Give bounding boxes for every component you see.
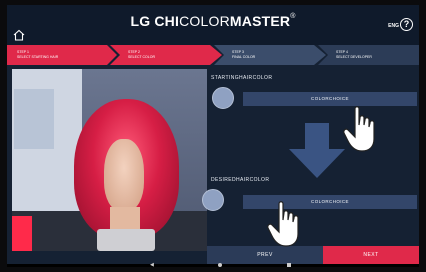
starting-color-choice-button[interactable]: COLORCHOICE	[243, 92, 417, 106]
step-subtitle: SELECT COLOR	[128, 54, 155, 59]
next-button[interactable]: NEXT	[323, 246, 419, 264]
step-subtitle: FINAL COLOR	[232, 54, 256, 59]
desired-hair-color-label: DESIREDHAIRCOLOR	[211, 177, 270, 183]
step-1[interactable]: STEP 1 SELECT STARTING HAIR	[7, 45, 117, 65]
app-header: LG CHICOLORMASTER® ENG ?	[7, 5, 419, 45]
help-icon[interactable]: ?	[400, 18, 413, 31]
down-arrow-icon	[289, 123, 345, 178]
logo-lg: LG	[130, 13, 151, 29]
mannequin-stand	[97, 229, 155, 251]
app-logo: LG CHICOLORMASTER®	[7, 13, 419, 29]
nav-recent-icon[interactable]	[287, 263, 291, 267]
prev-button[interactable]: PREV	[207, 246, 323, 264]
logo-color: COLOR	[179, 13, 230, 29]
starting-color-swatch[interactable]	[212, 87, 234, 109]
mannequin-photo	[12, 69, 207, 251]
step-3[interactable]: STEP 3 FINAL COLOR	[214, 45, 326, 65]
step-subtitle: SELECT DEVELOPER	[336, 54, 372, 59]
language-selector[interactable]: ENG	[388, 23, 399, 29]
desired-color-swatch[interactable]	[202, 189, 224, 211]
step-2[interactable]: STEP 2 SELECT COLOR	[110, 45, 222, 65]
android-nav-bar	[7, 264, 419, 267]
logo-master: MASTER	[229, 13, 291, 29]
step-progress: STEP 1 SELECT STARTING HAIR STEP 2 SELEC…	[7, 45, 419, 65]
logo-chi: CHI	[150, 13, 180, 29]
logo-reg: ®	[290, 13, 296, 20]
step-4[interactable]: STEP 4 SELECT DEVELOPER	[318, 45, 419, 65]
pointing-hand-icon	[343, 106, 375, 152]
nav-home-icon[interactable]	[218, 263, 222, 267]
step-subtitle: SELECT STARTING HAIR	[17, 54, 59, 59]
mannequin-face	[104, 139, 144, 211]
nav-back-icon[interactable]: ◀	[150, 262, 154, 268]
starting-hair-color-label: STARTINGHAIRCOLOR	[211, 75, 273, 81]
home-icon[interactable]	[13, 29, 25, 41]
pointing-hand-icon	[267, 201, 299, 247]
